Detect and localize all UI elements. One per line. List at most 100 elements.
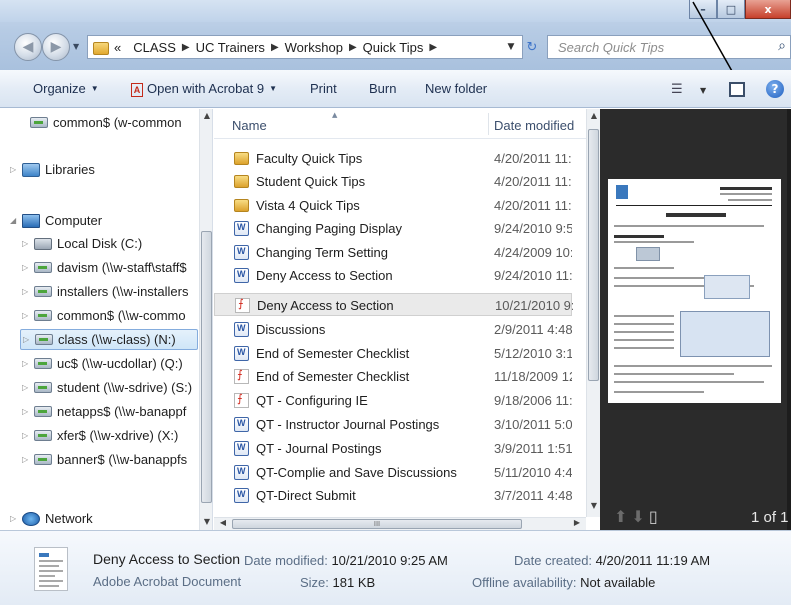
navigation-pane[interactable]: common$ (w-common ▷ Libraries ◢ Computer…	[0, 109, 213, 530]
file-list[interactable]: ▲ Name Date modified Faculty Quick Tips 4…	[214, 109, 600, 530]
preview-pane-toggle-icon[interactable]	[729, 82, 745, 97]
organize-button[interactable]: Organize ▼	[33, 81, 99, 96]
forward-button[interactable]: ▶	[42, 33, 70, 61]
file-row[interactable]: Vista 4 Quick Tips 4/20/2011 11:1	[214, 194, 572, 217]
column-name-header[interactable]: Name	[232, 118, 267, 133]
preview-text-line	[614, 373, 734, 375]
file-date: 11/18/2009 12:	[494, 369, 572, 384]
nav-item-student[interactable]: ▷ student (\\w-sdrive) (S:)	[22, 377, 192, 398]
burn-button[interactable]: Burn	[369, 81, 396, 96]
word-document-icon	[234, 268, 249, 283]
expand-arrow-icon[interactable]: ▷	[22, 239, 34, 248]
breadcrumb-uc-trainers[interactable]: UC Trainers	[196, 40, 265, 55]
change-view-icon[interactable]: ☰	[671, 82, 683, 97]
expand-arrow-icon[interactable]: ▷	[22, 455, 34, 464]
views-dropdown[interactable]: ▼	[700, 86, 706, 95]
expand-arrow-icon[interactable]: ▷	[22, 359, 34, 368]
preview-scrollbar[interactable]	[787, 109, 791, 530]
nav-item-common[interactable]: ▷ common$ (\\w-commo	[22, 305, 186, 326]
expand-arrow-icon[interactable]: ▷	[23, 335, 35, 344]
details-date-created: Date created: 4/20/2011 11:19 AM	[514, 553, 710, 568]
scroll-right-icon[interactable]: ▶	[570, 518, 584, 527]
nav-item-davism[interactable]: ▷ davism (\\w-staff\staff$	[22, 257, 187, 278]
file-list-hscroll-thumb[interactable]: III	[232, 519, 522, 529]
file-row[interactable]: Discussions 2/9/2011 4:48 I	[214, 318, 572, 341]
close-button[interactable]: x	[745, 0, 791, 19]
file-row[interactable]: End of Semester Checklist 5/12/2010 3:15	[214, 342, 572, 365]
breadcrumb-class[interactable]: CLASS	[133, 40, 176, 55]
minimize-button[interactable]: –	[689, 0, 717, 19]
expand-arrow-icon[interactable]: ▷	[10, 514, 22, 523]
nav-item-network[interactable]: ▷ Network	[10, 508, 93, 529]
nav-item-uc[interactable]: ▷ uc$ (\\w-ucdollar) (Q:)	[22, 353, 183, 374]
breadcrumb-separator-icon[interactable]: ▶	[429, 42, 437, 53]
nav-item-computer[interactable]: ◢ Computer	[10, 210, 102, 231]
expand-arrow-icon[interactable]: ▷	[10, 165, 22, 174]
expand-arrow-icon[interactable]: ▷	[22, 431, 34, 440]
breadcrumb-separator-icon[interactable]: ▶	[271, 42, 279, 53]
file-row[interactable]: Student Quick Tips 4/20/2011 11:1	[214, 170, 572, 193]
fit-page-icon[interactable]: ▯	[649, 507, 662, 526]
prev-page-icon[interactable]: ⬆	[614, 507, 631, 526]
expand-arrow-icon[interactable]: ▷	[22, 263, 34, 272]
word-document-icon	[234, 417, 249, 432]
file-row[interactable]: QT - Instructor Journal Postings 3/10/201…	[214, 413, 572, 436]
refresh-icon[interactable]: ↻	[521, 35, 543, 59]
back-button[interactable]: ◀	[14, 33, 42, 61]
collapse-arrow-icon[interactable]: ◢	[10, 216, 22, 225]
nav-scroll-thumb[interactable]	[201, 231, 212, 503]
scroll-up-icon[interactable]: ▲	[587, 111, 600, 120]
help-icon[interactable]: ?	[766, 80, 784, 98]
open-with-acrobat-button[interactable]: A Open with Acrobat 9 ▼	[131, 81, 277, 97]
file-row[interactable]: Changing Paging Display 9/24/2010 9:56	[214, 217, 572, 240]
print-button[interactable]: Print	[310, 81, 337, 96]
scroll-down-icon[interactable]: ▼	[200, 517, 212, 526]
preview-page-nav: ⬆⬇▯	[614, 507, 662, 526]
next-page-icon[interactable]: ⬇	[631, 507, 648, 526]
file-row-selected[interactable]: Deny Access to Section 10/21/2010 9:2	[214, 293, 573, 316]
search-box[interactable]: Search Quick Tips ⌕	[547, 35, 791, 59]
nav-item-common-share[interactable]: common$ (w-common	[30, 112, 182, 133]
nav-item-banner[interactable]: ▷ banner$ (\\w-banappfs	[22, 449, 187, 470]
address-bar[interactable]: « CLASS ▶ UC Trainers ▶ Workshop ▶ Quick…	[87, 35, 523, 59]
nav-item-libraries[interactable]: ▷ Libraries	[10, 159, 95, 180]
breadcrumb-quick-tips[interactable]: Quick Tips	[363, 40, 424, 55]
file-row[interactable]: End of Semester Checklist 11/18/2009 12:	[214, 365, 572, 388]
column-date-header[interactable]: Date modified	[494, 118, 574, 133]
file-name: Faculty Quick Tips	[256, 151, 363, 166]
expand-arrow-icon[interactable]: ▷	[22, 383, 34, 392]
expand-arrow-icon[interactable]: ▷	[22, 287, 34, 296]
expand-arrow-icon[interactable]: ▷	[22, 407, 34, 416]
file-list-hscrollbar[interactable]: ◀ III ▶	[214, 517, 586, 530]
file-row[interactable]: QT-Complie and Save Discussions 5/11/2010…	[214, 461, 572, 484]
nav-item-installers[interactable]: ▷ installers (\\w-installers	[22, 281, 188, 302]
search-input[interactable]: Search Quick Tips	[558, 40, 664, 55]
breadcrumb-overflow[interactable]: «	[114, 40, 121, 55]
recent-pages-dropdown[interactable]: ▼	[73, 42, 79, 51]
file-row[interactable]: Faculty Quick Tips 4/20/2011 11:1	[214, 147, 572, 170]
file-list-scroll-thumb[interactable]	[588, 129, 599, 381]
nav-item-netapps[interactable]: ▷ netapps$ (\\w-banappf	[22, 401, 186, 422]
nav-item-xfer[interactable]: ▷ xfer$ (\\w-xdrive) (X:)	[22, 425, 178, 446]
breadcrumb-separator-icon[interactable]: ▶	[182, 42, 190, 53]
file-row[interactable]: QT-Direct Submit 3/7/2011 4:48 I	[214, 484, 572, 507]
column-divider[interactable]	[488, 113, 489, 135]
breadcrumb-workshop[interactable]: Workshop	[285, 40, 343, 55]
date-modified-label: Date modified:	[244, 553, 328, 568]
new-folder-button[interactable]: New folder	[425, 81, 487, 96]
nav-scrollbar[interactable]: ▲ ▼	[199, 109, 212, 530]
scroll-up-icon[interactable]: ▲	[200, 111, 212, 120]
file-row[interactable]: QT - Configuring IE 9/18/2006 11:4	[214, 389, 572, 412]
nav-item-local-disk[interactable]: ▷ Local Disk (C:)	[22, 233, 142, 254]
search-icon[interactable]: ⌕	[778, 38, 786, 54]
scroll-down-icon[interactable]: ▼	[587, 501, 600, 510]
file-row[interactable]: Deny Access to Section 9/24/2010 11:0	[214, 264, 572, 287]
nav-item-class[interactable]: ▷ class (\\w-class) (N:)	[20, 329, 198, 350]
breadcrumb-separator-icon[interactable]: ▶	[349, 42, 357, 53]
file-row[interactable]: QT - Journal Postings 3/9/2011 1:51 I	[214, 437, 572, 460]
expand-arrow-icon[interactable]: ▷	[22, 311, 34, 320]
scroll-left-icon[interactable]: ◀	[216, 518, 230, 527]
file-row[interactable]: Changing Term Setting 4/24/2009 10:5	[214, 241, 572, 264]
maximize-button[interactable]: □	[717, 0, 745, 19]
file-list-scrollbar[interactable]: ▲ ▼	[586, 109, 600, 517]
